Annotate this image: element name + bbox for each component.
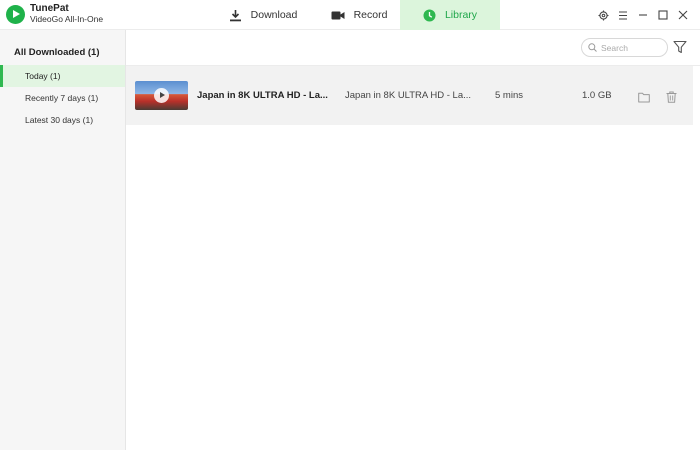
sidebar-item-latest-30-days[interactable]: Latest 30 days (1) — [0, 109, 125, 131]
app-subtitle: VideoGo All-In-One — [30, 14, 104, 24]
tab-record[interactable]: Record — [314, 0, 404, 30]
sidebar: All Downloaded (1) Today (1) Recently 7 … — [0, 30, 126, 450]
brand-text: TunePat VideoGo All-In-One — [30, 3, 103, 25]
video-size: 1.0 GB — [582, 90, 612, 101]
video-file-name: Japan in 8K ULTRA HD - La... — [345, 90, 472, 101]
app-window: TunePat VideoGo All-In-One Download Reco… — [0, 0, 700, 450]
video-title: Japan in 8K ULTRA HD - La... — [197, 90, 328, 101]
title-bar: TunePat VideoGo All-In-One Download Reco… — [0, 0, 700, 30]
folder-icon[interactable] — [638, 90, 650, 103]
filter-icon[interactable] — [673, 40, 689, 56]
sidebar-heading[interactable]: All Downloaded (1) — [14, 47, 100, 58]
app-logo-icon — [6, 4, 25, 24]
minimize-icon[interactable] — [635, 7, 651, 23]
tab-download-label: Download — [250, 9, 298, 21]
sidebar-item-recent-7-days[interactable]: Recently 7 days (1) — [0, 87, 125, 109]
sidebar-item-today[interactable]: Today (1) — [0, 65, 125, 87]
play-icon[interactable] — [154, 88, 169, 103]
video-thumbnail[interactable] — [135, 81, 188, 110]
library-toolbar — [126, 30, 700, 66]
tab-library-label: Library — [444, 9, 478, 21]
clock-icon — [423, 9, 436, 22]
app-name: TunePat — [30, 3, 69, 14]
trash-icon[interactable] — [666, 90, 678, 103]
maximize-icon[interactable] — [655, 7, 671, 23]
close-icon[interactable] — [675, 7, 691, 23]
tab-library[interactable]: Library — [400, 0, 500, 30]
search-box[interactable] — [581, 38, 668, 57]
brand: TunePat VideoGo All-In-One — [6, 3, 103, 25]
search-icon — [588, 39, 597, 57]
table-row[interactable]: Japan in 8K ULTRA HD - La... Japan in 8K… — [126, 66, 693, 125]
video-duration: 5 mins — [495, 90, 523, 101]
tab-record-label: Record — [353, 9, 388, 21]
menu-icon[interactable] — [615, 7, 631, 23]
video-camera-icon — [331, 10, 345, 21]
download-icon — [229, 9, 242, 22]
settings-icon[interactable] — [595, 7, 611, 23]
tab-download[interactable]: Download — [208, 0, 318, 30]
search-input[interactable] — [601, 42, 661, 53]
